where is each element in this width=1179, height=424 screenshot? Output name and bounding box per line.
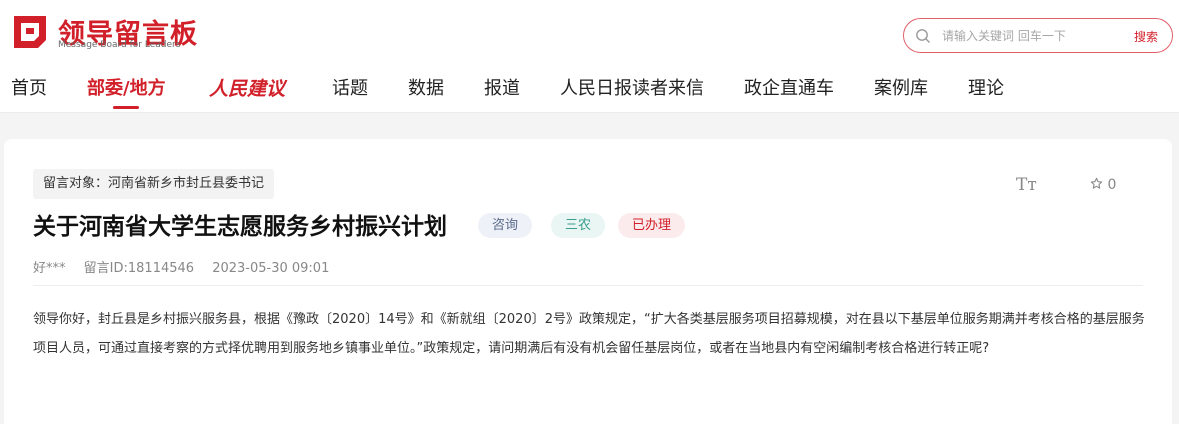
nav-item-data[interactable]: 数据 <box>408 74 444 100</box>
status-badge: 已办理 <box>618 213 686 238</box>
main-nav: 首页 部委/地方 人民建议 话题 数据 报道 人民日报读者来信 政企直通车 案例… <box>0 70 1179 110</box>
message-id: 留言ID:18114546 <box>83 261 195 276</box>
header-divider <box>0 112 1179 113</box>
nav-item-case-library[interactable]: 案例库 <box>874 74 928 100</box>
message-card: 留言对象：河南省新乡市封丘县委书记 Tт 0 关于河南省大学生志愿服务乡村振兴计… <box>4 139 1172 424</box>
message-body: 领导你好，封丘县是乡村振兴服务县，根据《豫政〔2020〕14号》和《新就组〔20… <box>33 312 1145 356</box>
message-title: 关于河南省大学生志愿服务乡村振兴计划 <box>33 214 447 240</box>
meta-divider <box>33 285 1143 286</box>
message-meta: 好*** 留言ID:18114546 2023-05-30 09:01 <box>33 257 343 276</box>
search-icon[interactable] <box>915 28 931 44</box>
site-logo[interactable]: 领导留言板 Message Board for Leaders <box>10 10 200 52</box>
font-size-icon[interactable]: Tт <box>1016 175 1037 195</box>
favorite-count: 0 <box>1107 177 1117 193</box>
nav-item-enterprise-express[interactable]: 政企直通车 <box>744 74 834 100</box>
nav-active-underline <box>113 106 139 109</box>
tag-type[interactable]: 咨询 <box>478 213 533 238</box>
nav-item-reader-letters[interactable]: 人民日报读者来信 <box>560 74 704 100</box>
message-datetime: 2023-05-30 09:01 <box>212 261 330 276</box>
favorite-button[interactable]: 0 <box>1090 177 1116 193</box>
logo-subtitle: Message Board for Leaders <box>58 40 181 50</box>
search-box: 搜索 <box>903 18 1173 53</box>
search-button[interactable]: 搜索 <box>1134 28 1158 45</box>
tag-category[interactable]: 三农 <box>551 213 606 238</box>
nav-item-topics[interactable]: 话题 <box>332 74 368 100</box>
nav-item-theory[interactable]: 理论 <box>968 74 1004 100</box>
search-input[interactable] <box>942 25 1112 47</box>
nav-item-ministries-local[interactable]: 部委/地方 <box>87 74 166 100</box>
nav-item-people-suggestions[interactable]: 人民建议 <box>209 74 285 101</box>
author-name: 好*** <box>33 261 66 276</box>
logo-mark-icon <box>14 16 46 48</box>
site-header: 领导留言板 Message Board for Leaders 搜索 首页 部委… <box>0 0 1179 113</box>
star-outline-icon <box>1090 177 1103 189</box>
nav-item-home[interactable]: 首页 <box>11 74 47 100</box>
nav-item-reports[interactable]: 报道 <box>484 74 520 100</box>
message-target: 留言对象：河南省新乡市封丘县委书记 <box>33 169 275 199</box>
